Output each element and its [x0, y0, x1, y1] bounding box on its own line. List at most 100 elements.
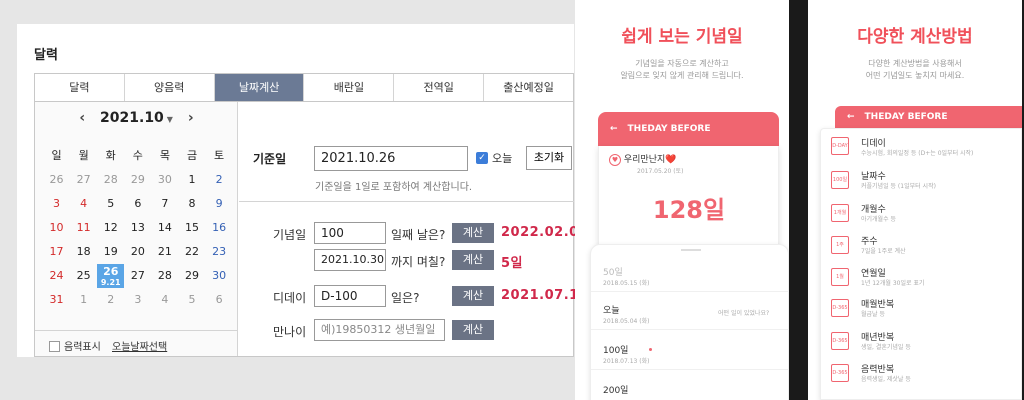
week-row: 26 27 28 29 30 1 2 — [43, 168, 233, 192]
milestone-name[interactable]: 100일 — [603, 343, 628, 356]
base-date-input[interactable]: 2021.10.26 — [314, 146, 468, 171]
day-cell[interactable]: 2 — [97, 288, 124, 312]
marker-dot — [649, 348, 652, 351]
prev-month-icon[interactable]: ‹ — [79, 110, 85, 126]
day-cell[interactable]: 4 — [151, 288, 178, 312]
promo-title: 쉽게 보는 기념일 — [621, 27, 743, 47]
calendar-month[interactable]: 2021.10 — [100, 110, 164, 126]
day-cell[interactable]: 20 — [124, 240, 151, 264]
event-name: 우리만난지❤️ — [623, 155, 677, 165]
dday-calc-button[interactable]: 계산 — [452, 286, 494, 306]
tab-ovulation[interactable]: 배란일 — [304, 74, 395, 101]
day-cell[interactable]: 5 — [97, 192, 124, 216]
milestone-date: 2018.07.13 (화) — [603, 358, 650, 365]
week-count-icon: 1주 — [831, 236, 849, 254]
day-cell[interactable]: 23 — [206, 240, 233, 264]
age-calc-button[interactable]: 계산 — [452, 320, 494, 340]
day-cell[interactable]: 14 — [151, 216, 178, 240]
day-cell[interactable]: 27 — [124, 264, 151, 288]
anniversary-calc-button[interactable]: 계산 — [452, 223, 494, 243]
day-cell[interactable]: 9 — [206, 192, 233, 216]
day-cell[interactable]: 8 — [178, 192, 205, 216]
day-cell[interactable]: 2 — [206, 168, 233, 192]
tab-lunar-solar[interactable]: 양음력 — [124, 74, 215, 101]
day-cell[interactable]: 1 — [70, 288, 97, 312]
weekday-row: 일 월 화 수 목 금 토 — [43, 144, 233, 168]
day-cell[interactable]: 19 — [97, 240, 124, 264]
day-cell[interactable]: 31 — [43, 288, 70, 312]
day-cell[interactable]: 6 — [206, 288, 233, 312]
milestone-name[interactable]: 50일 — [603, 265, 623, 278]
milestone-date: 2018.05.04 (화) — [603, 318, 650, 325]
promo-subtitle-line: 알림으로 잊지 않게 관리해 드립니다. — [620, 71, 744, 80]
method-desc: 음력생일, 제삿날 등 — [861, 376, 911, 383]
until-result: 5일 — [501, 256, 524, 271]
today-checkbox[interactable]: ✓ — [476, 152, 488, 164]
yearly-repeat-icon: D-365 — [831, 332, 849, 350]
method-desc: 아기개월수 등 — [861, 216, 897, 223]
week-row: 31 1 2 3 4 5 6 — [43, 288, 233, 312]
day-cell[interactable]: 15 — [178, 216, 205, 240]
dday-suffix: 일은? — [391, 291, 420, 305]
dday-input[interactable]: D-100 — [314, 285, 386, 307]
promo-subtitle-line: 다양한 계산방법을 사용해서 — [868, 59, 962, 68]
selected-day-number: 26 — [103, 265, 119, 278]
day-cell[interactable]: 28 — [151, 264, 178, 288]
day-cell[interactable]: 3 — [43, 192, 70, 216]
milestone-name[interactable]: 오늘 — [603, 303, 620, 316]
day-cell[interactable]: 30 — [206, 264, 233, 288]
today-label: 오늘 — [492, 152, 513, 165]
back-arrow-icon[interactable]: ← — [847, 112, 855, 122]
weekday-label: 수 — [132, 149, 143, 162]
day-cell[interactable]: 29 — [124, 168, 151, 192]
day-cell[interactable]: 30 — [151, 168, 178, 192]
day-cell[interactable]: 24 — [43, 264, 70, 288]
day-cell[interactable]: 27 — [70, 168, 97, 192]
day-cell[interactable]: 21 — [151, 240, 178, 264]
anniversary-days-input[interactable]: 100 — [314, 222, 386, 244]
day-cell[interactable]: 18 — [70, 240, 97, 264]
event-card[interactable]: ♥ 우리만난지❤️ 2017.05.20 (토) 128일 — [598, 146, 779, 246]
day-cell[interactable]: 12 — [97, 216, 124, 240]
day-cell[interactable]: 7 — [151, 192, 178, 216]
day-cell[interactable]: 28 — [97, 168, 124, 192]
select-today-link[interactable]: 오늘날짜선택 — [112, 342, 167, 353]
day-cell[interactable]: 1 — [178, 168, 205, 192]
day-cell[interactable]: 22 — [178, 240, 205, 264]
tab-discharge[interactable]: 전역일 — [394, 74, 485, 101]
birthdate-input[interactable]: 예)19850312 생년월일 — [314, 319, 445, 341]
milestone-name[interactable]: 200일 — [603, 383, 628, 396]
day-cell[interactable]: 4 — [70, 192, 97, 216]
tab-date-calc[interactable]: 날짜계산 — [214, 74, 305, 101]
day-cell[interactable]: 13 — [124, 216, 151, 240]
day-cell[interactable]: 10 — [43, 216, 70, 240]
day-cell[interactable]: 5 — [178, 288, 205, 312]
selected-day-cell[interactable]: 26 9.21 — [97, 264, 125, 288]
back-arrow-icon[interactable]: ← — [610, 124, 618, 134]
day-cell[interactable]: 25 — [70, 264, 97, 288]
day-cell[interactable]: 6 — [124, 192, 151, 216]
dday-label: 디데이 — [273, 291, 307, 305]
day-cell[interactable]: 3 — [124, 288, 151, 312]
tab-calendar[interactable]: 달력 — [35, 74, 125, 101]
calendar-header: ‹ 2021.10 ▼ › — [35, 110, 238, 126]
day-cell[interactable]: 11 — [70, 216, 97, 240]
week-row: 10 11 12 13 14 15 16 — [43, 216, 233, 240]
sheet-handle — [681, 249, 701, 251]
next-month-icon[interactable]: › — [188, 110, 194, 126]
lunar-display-checkbox[interactable] — [49, 341, 60, 352]
day-cell[interactable]: 29 — [178, 264, 205, 288]
reset-button[interactable]: 초기화 — [526, 146, 572, 170]
tab-due-date[interactable]: 출산예정일 — [484, 74, 573, 101]
chevron-down-icon[interactable]: ▼ — [167, 115, 173, 124]
day-cell[interactable]: 26 — [43, 168, 70, 192]
weekday-label: 화 — [105, 149, 116, 162]
day-cell[interactable]: 17 — [43, 240, 70, 264]
until-date-input[interactable]: 2021.10.30 — [314, 249, 386, 271]
until-suffix: 까지 며칠? — [391, 255, 446, 269]
day-cell[interactable]: 16 — [206, 216, 233, 240]
event-date: 2017.05.20 (토) — [637, 168, 684, 175]
week-row: 24 25 26 9.21 27 28 29 30 — [43, 264, 233, 288]
promo-subtitle-line: 어떤 기념일도 놓치지 마세요. — [865, 71, 965, 80]
until-calc-button[interactable]: 계산 — [452, 250, 494, 270]
